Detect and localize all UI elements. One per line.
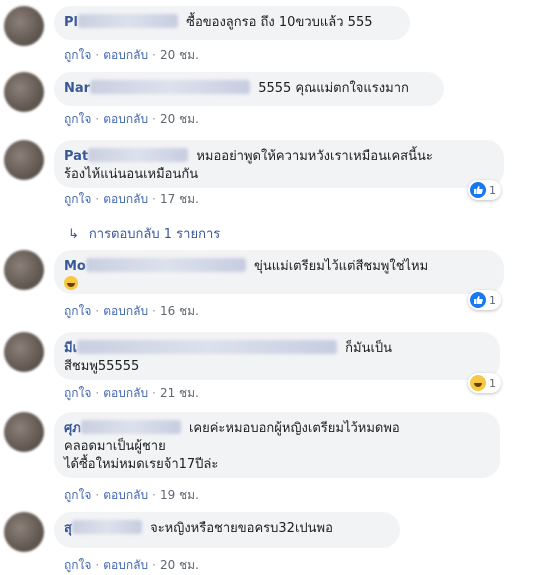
commenter-name[interactable]: สุ xyxy=(64,521,72,536)
comment-actions: ถูกใจ · ตอบกลับ · 17 ชม. xyxy=(64,192,199,206)
avatar[interactable] xyxy=(4,512,44,552)
blurred-name xyxy=(77,340,338,354)
like-link[interactable]: ถูกใจ xyxy=(64,112,91,126)
comment-actions: ถูกใจ · ตอบกลับ · 20 ชม. xyxy=(64,48,199,62)
like-link[interactable]: ถูกใจ xyxy=(64,558,91,572)
like-link[interactable]: ถูกใจ xyxy=(64,192,91,206)
timestamp[interactable]: 21 ชม. xyxy=(160,386,199,400)
like-link[interactable]: ถูกใจ xyxy=(64,304,91,318)
comment-text: ซื้อของลูกรอ ถึง 10ขวบแล้ว 555 xyxy=(186,15,373,30)
blurred-name xyxy=(85,258,246,272)
avatar[interactable] xyxy=(4,140,44,180)
avatar[interactable] xyxy=(4,332,44,372)
reply-arrow-icon: ↳ xyxy=(68,227,79,242)
comment-bubble: สุ จะหญิงหรือชายขอครบ32เปนพอ xyxy=(54,512,400,548)
like-icon xyxy=(470,292,486,308)
reaction-count: 1 xyxy=(489,376,496,390)
comment-text-line: คลอดมาเป็นผู้ชาย xyxy=(64,439,166,454)
reaction-badge[interactable]: 1 xyxy=(468,290,501,310)
timestamp[interactable]: 20 ชม. xyxy=(160,48,199,62)
like-link[interactable]: ถูกใจ xyxy=(64,386,91,400)
comment-text-line: ได้ซื้อใหม่หมดเรยจ้า17ปีล่ะ xyxy=(64,457,219,472)
commenter-name[interactable]: Pat xyxy=(64,149,88,164)
commenter-name[interactable]: มีเ xyxy=(64,341,77,356)
avatar[interactable] xyxy=(4,72,44,112)
comment-actions: ถูกใจ · ตอบกลับ · 20 ชม. xyxy=(64,112,199,126)
comment-text-line: ขุ่นแม่เตรียมไว้แต่สีชมพูใช่ไหม xyxy=(254,259,429,274)
blurred-name xyxy=(71,520,142,534)
commenter-name[interactable]: ศุภ xyxy=(64,421,81,436)
comment-text: จะหญิงหรือชายขอครบ32เปนพอ xyxy=(150,521,333,536)
comment-text: 5555 คุณแม่ตกใจแรงมาก xyxy=(258,81,409,96)
blurred-name xyxy=(80,420,181,434)
reply-link[interactable]: ตอบกลับ xyxy=(103,112,148,126)
replies-label: การตอบกลับ 1 รายการ xyxy=(88,227,221,242)
like-link[interactable]: ถูกใจ xyxy=(64,48,91,62)
avatar[interactable] xyxy=(4,250,44,290)
timestamp[interactable]: 16 ชม. xyxy=(160,304,199,318)
comment-bubble: Pat หมออย่าพูดให้ความหวังเราเหมือนเคสนี้… xyxy=(54,140,504,188)
timestamp[interactable]: 20 ชม. xyxy=(160,112,199,126)
comment-bubble: Pl ซื้อของลูกรอ ถึง 10ขวบแล้ว 555 xyxy=(54,6,410,40)
comment-bubble: Nar 5555 คุณแม่ตกใจแรงมาก xyxy=(54,72,444,106)
haha-icon xyxy=(470,375,486,391)
comment-actions: ถูกใจ · ตอบกลับ · 20 ชม. xyxy=(64,558,199,572)
reply-link[interactable]: ตอบกลับ xyxy=(103,488,148,502)
comment-text-line: ร้องไห้แน่นอนเหมือนกัน xyxy=(64,167,199,182)
comment-text-line: ก็มันเป็น xyxy=(345,341,393,356)
comment-bubble: มีเ ก็มันเป็น สีชมพู55555 xyxy=(54,332,500,380)
timestamp[interactable]: 17 ชม. xyxy=(160,192,199,206)
like-icon xyxy=(470,182,486,198)
comment-text-line: สีชมพู55555 xyxy=(64,359,140,374)
commenter-name[interactable]: Pl xyxy=(64,15,78,30)
comment-bubble: Mo ขุ่นแม่เตรียมไว้แต่สีชมพูใช่ไหม xyxy=(54,250,504,294)
timestamp[interactable]: 20 ชม. xyxy=(160,558,199,572)
comment-actions: ถูกใจ · ตอบกลับ · 16 ชม. xyxy=(64,304,199,318)
reply-link[interactable]: ตอบกลับ xyxy=(103,386,148,400)
like-link[interactable]: ถูกใจ xyxy=(64,488,91,502)
reaction-badge[interactable]: 1 xyxy=(468,373,501,393)
comment-bubble: ศุภ เคยค่ะหมอบอกผู้หญิงเตรียมไว้หมดพอ คล… xyxy=(54,412,500,478)
reaction-count: 1 xyxy=(489,183,496,197)
reply-link[interactable]: ตอบกลับ xyxy=(103,304,148,318)
timestamp[interactable]: 19 ชม. xyxy=(160,488,199,502)
laughing-emoji-icon xyxy=(64,276,78,290)
comment-actions: ถูกใจ · ตอบกลับ · 19 ชม. xyxy=(64,488,199,502)
avatar[interactable] xyxy=(4,6,44,46)
blurred-name xyxy=(77,14,178,28)
reaction-count: 1 xyxy=(489,293,496,307)
blurred-name xyxy=(90,80,251,94)
blurred-name xyxy=(88,148,189,162)
reply-link[interactable]: ตอบกลับ xyxy=(103,192,148,206)
view-replies-link[interactable]: ↳ การตอบกลับ 1 รายการ xyxy=(68,223,220,244)
reaction-badge[interactable]: 1 xyxy=(468,180,501,200)
comment-actions: ถูกใจ · ตอบกลับ · 21 ชม. xyxy=(64,386,199,400)
reply-link[interactable]: ตอบกลับ xyxy=(103,558,148,572)
avatar[interactable] xyxy=(4,412,44,452)
comment-text-line: หมออย่าพูดให้ความหวังเราเหมือนเคสนี้นะ xyxy=(196,149,433,164)
comment-text-line: เคยค่ะหมอบอกผู้หญิงเตรียมไว้หมดพอ xyxy=(188,421,400,436)
commenter-name[interactable]: Mo xyxy=(64,259,86,274)
commenter-name[interactable]: Nar xyxy=(64,81,90,96)
reply-link[interactable]: ตอบกลับ xyxy=(103,48,148,62)
